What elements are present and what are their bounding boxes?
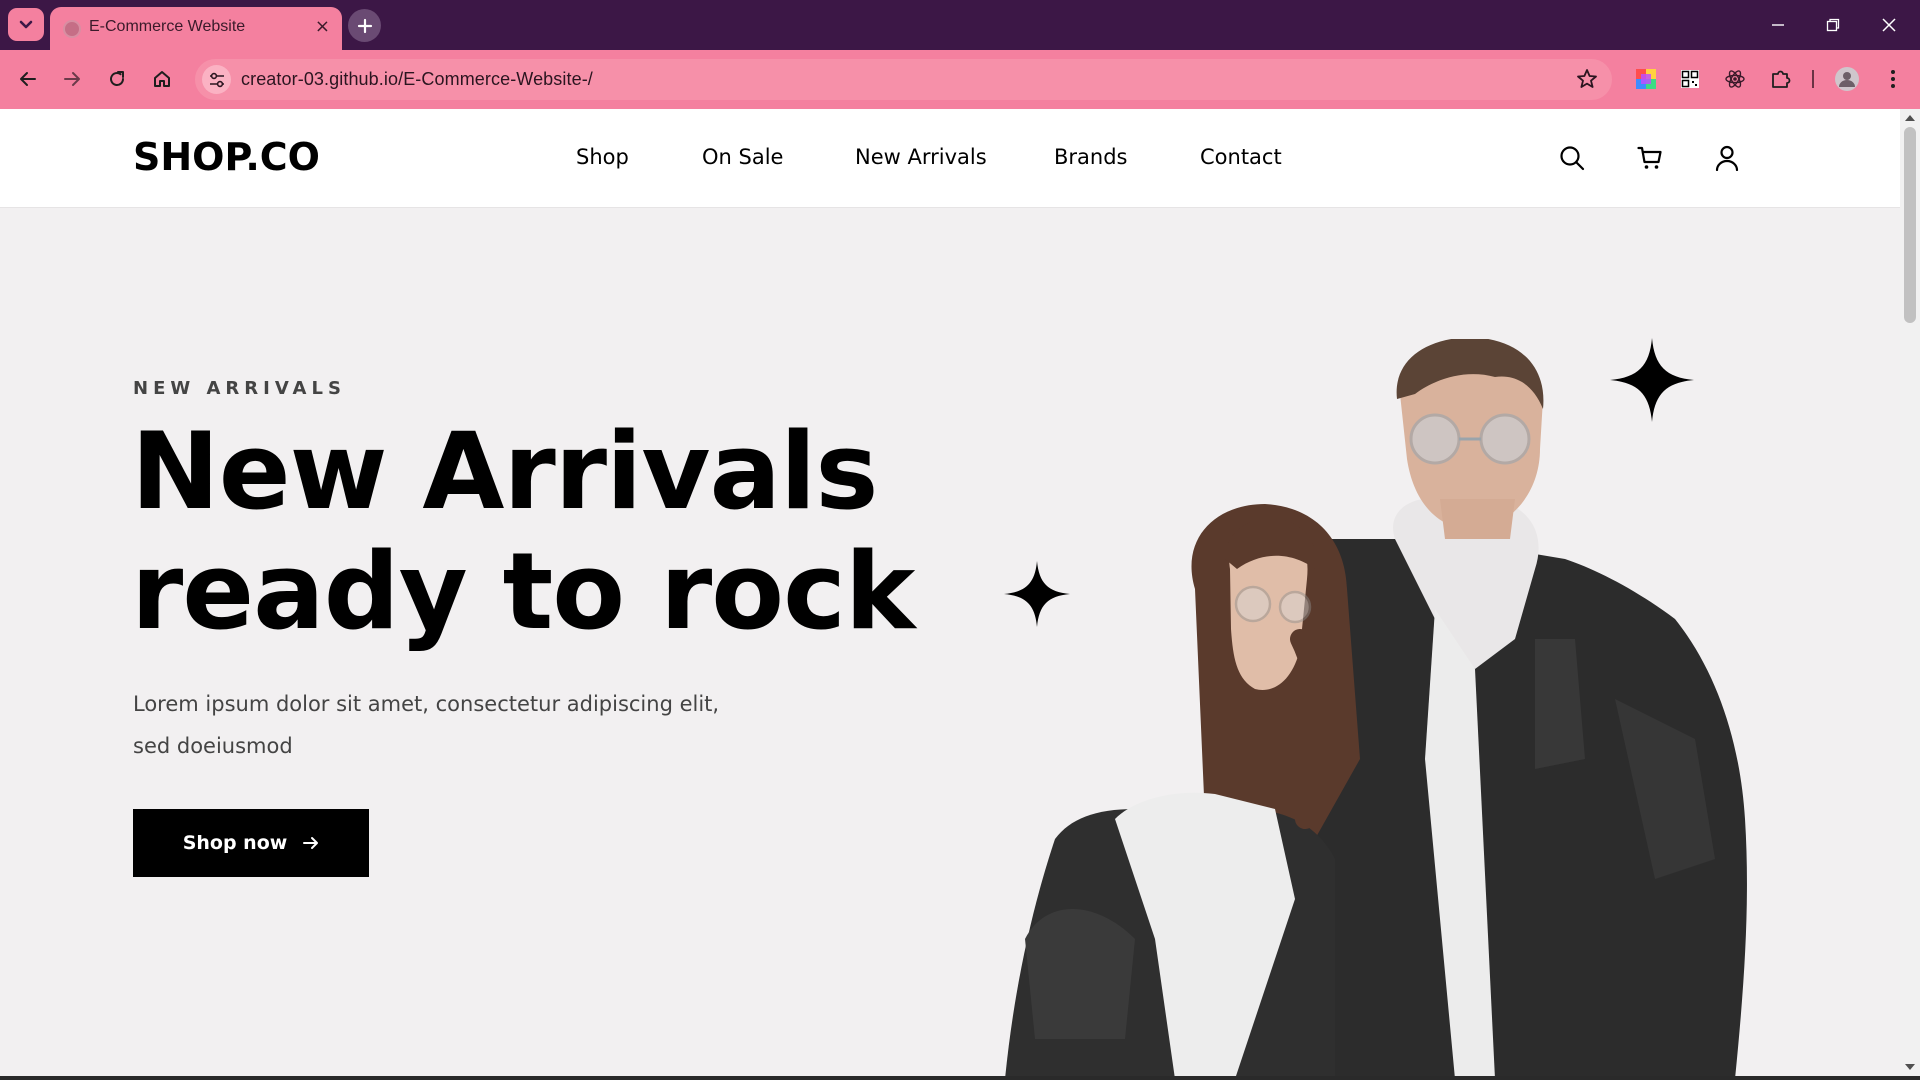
puzzle-icon (1772, 70, 1791, 88)
toolbar-separator (1812, 70, 1814, 88)
star-icon (1577, 69, 1597, 88)
hero-models-image (1005, 339, 1747, 1078)
browser-toolbar: creator-03.github.io/E-Commerce-Website-… (0, 50, 1920, 109)
nav-link-new-arrivals[interactable]: New Arrivals (855, 145, 987, 169)
arrow-left-icon (20, 72, 36, 86)
url-text: creator-03.github.io/E-Commerce-Website-… (241, 69, 593, 89)
user-icon (1715, 145, 1739, 171)
restore-icon (1826, 18, 1840, 32)
minimize-icon (1772, 24, 1784, 26)
tab-search-button[interactable] (8, 8, 44, 41)
back-button[interactable] (12, 63, 44, 95)
tab-close-button[interactable]: × (315, 16, 330, 37)
extensions-button[interactable] (1768, 66, 1794, 92)
site-header: SHOP.CO Shop On Sale New Arrivals Brands… (0, 109, 1900, 208)
profile-button[interactable] (1834, 66, 1860, 92)
forward-button[interactable] (56, 63, 88, 95)
avatar-icon (1835, 67, 1859, 91)
kebab-menu-icon (1891, 70, 1895, 88)
window-bottom-border (0, 1076, 1920, 1080)
chevron-down-icon (19, 20, 33, 28)
home-button[interactable] (146, 63, 178, 95)
minimize-button[interactable] (1763, 12, 1793, 38)
search-button[interactable] (1556, 142, 1588, 174)
site-logo[interactable]: SHOP.CO (133, 135, 320, 179)
scroll-down-arrow[interactable] (1905, 1064, 1915, 1070)
address-bar[interactable]: creator-03.github.io/E-Commerce-Website-… (195, 59, 1612, 100)
nav-link-shop[interactable]: Shop (576, 145, 629, 169)
qr-code-icon (1681, 70, 1699, 88)
cart-button[interactable] (1634, 142, 1666, 174)
nav-link-contact[interactable]: Contact (1200, 145, 1282, 169)
bookmark-button[interactable] (1576, 68, 1598, 94)
shop-now-label: Shop now (182, 832, 288, 854)
site-info-button[interactable] (202, 65, 231, 94)
hero-headline-line2: ready to rock (131, 530, 915, 653)
react-icon (1725, 70, 1745, 88)
restore-button[interactable] (1818, 12, 1848, 38)
scrollbar-thumb[interactable] (1904, 127, 1916, 323)
reload-icon (110, 71, 124, 86)
scroll-up-arrow[interactable] (1905, 115, 1915, 121)
extension-color-picker[interactable] (1633, 66, 1659, 92)
arrow-right-icon (303, 837, 319, 849)
new-tab-button[interactable] (348, 9, 381, 42)
browser-menu-button[interactable] (1880, 66, 1906, 92)
nav-link-brands[interactable]: Brands (1054, 145, 1128, 169)
home-icon (154, 71, 170, 87)
close-icon (1882, 18, 1896, 32)
extension-react-devtools[interactable] (1722, 66, 1748, 92)
nav-link-on-sale[interactable]: On Sale (702, 145, 783, 169)
hero-headline-line1: New Arrivals (131, 410, 878, 533)
page-scrollbar[interactable] (1900, 109, 1920, 1080)
close-window-button[interactable] (1874, 12, 1904, 38)
extension-qr-code[interactable] (1677, 66, 1703, 92)
hero-eyebrow: NEW ARRIVALS (133, 378, 346, 399)
globe-icon (63, 20, 81, 38)
shop-now-button[interactable]: Shop now (133, 809, 369, 877)
tab-title: E-Commerce Website (89, 18, 246, 35)
account-button[interactable] (1711, 142, 1743, 174)
cart-icon (1637, 146, 1662, 169)
plus-icon (357, 18, 372, 33)
page-viewport: SHOP.CO Shop On Sale New Arrivals Brands… (0, 109, 1900, 1078)
search-icon (1560, 146, 1585, 171)
tune-icon (209, 72, 224, 87)
color-picker-icon (1636, 69, 1656, 89)
browser-tabstrip: E-Commerce Website × (0, 0, 1920, 50)
hero-description: Lorem ipsum dolor sit amet, consectetur … (133, 692, 720, 758)
reload-button[interactable] (101, 63, 133, 95)
arrow-right-icon (64, 72, 80, 86)
browser-tab-active[interactable]: E-Commerce Website × (50, 7, 342, 50)
hero-headline: New Arrivals ready to rock (131, 410, 915, 653)
